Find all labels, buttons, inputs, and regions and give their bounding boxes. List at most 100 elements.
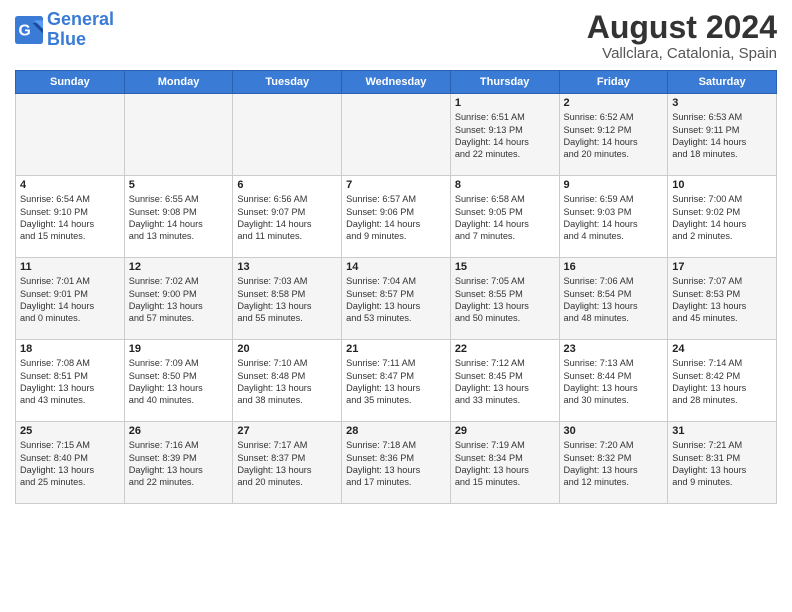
day-number: 21: [346, 343, 446, 355]
day-number: 5: [129, 179, 229, 191]
calendar-cell: [124, 94, 233, 176]
calendar-cell: 12Sunrise: 7:02 AM Sunset: 9:00 PM Dayli…: [124, 258, 233, 340]
day-info: Sunrise: 6:56 AM Sunset: 9:07 PM Dayligh…: [237, 193, 337, 243]
calendar-cell: [16, 94, 125, 176]
day-number: 7: [346, 179, 446, 191]
logo-icon: G: [15, 16, 43, 44]
logo-blue: Blue: [47, 30, 114, 50]
calendar-cell: 5Sunrise: 6:55 AM Sunset: 9:08 PM Daylig…: [124, 176, 233, 258]
day-number: 13: [237, 261, 337, 273]
day-info: Sunrise: 6:52 AM Sunset: 9:12 PM Dayligh…: [564, 111, 664, 161]
logo-text: General Blue: [47, 10, 114, 50]
logo: G General Blue: [15, 10, 114, 50]
day-info: Sunrise: 7:05 AM Sunset: 8:55 PM Dayligh…: [455, 275, 555, 325]
day-of-week-header: Friday: [559, 71, 668, 94]
day-number: 28: [346, 425, 446, 437]
day-info: Sunrise: 7:16 AM Sunset: 8:39 PM Dayligh…: [129, 439, 229, 489]
calendar-cell: 13Sunrise: 7:03 AM Sunset: 8:58 PM Dayli…: [233, 258, 342, 340]
day-number: 27: [237, 425, 337, 437]
calendar-cell: 21Sunrise: 7:11 AM Sunset: 8:47 PM Dayli…: [342, 340, 451, 422]
day-info: Sunrise: 7:00 AM Sunset: 9:02 PM Dayligh…: [672, 193, 772, 243]
calendar-cell: 30Sunrise: 7:20 AM Sunset: 8:32 PM Dayli…: [559, 422, 668, 504]
day-info: Sunrise: 6:57 AM Sunset: 9:06 PM Dayligh…: [346, 193, 446, 243]
calendar-cell: 25Sunrise: 7:15 AM Sunset: 8:40 PM Dayli…: [16, 422, 125, 504]
day-info: Sunrise: 7:04 AM Sunset: 8:57 PM Dayligh…: [346, 275, 446, 325]
day-number: 16: [564, 261, 664, 273]
title-block: August 2024 Vallclara, Catalonia, Spain: [587, 10, 777, 62]
calendar-week-row: 25Sunrise: 7:15 AM Sunset: 8:40 PM Dayli…: [16, 422, 777, 504]
day-of-week-header: Thursday: [450, 71, 559, 94]
header: G General Blue August 2024 Vallclara, Ca…: [15, 10, 777, 62]
calendar-body: 1 Sunrise: 6:51 AM Sunset: 9:13 PM Daylig…: [16, 94, 777, 504]
calendar-cell: [342, 94, 451, 176]
subtitle: Vallclara, Catalonia, Spain: [587, 45, 777, 62]
calendar-week-row: 18Sunrise: 7:08 AM Sunset: 8:51 PM Dayli…: [16, 340, 777, 422]
day-of-week-header: Saturday: [668, 71, 777, 94]
day-number: 23: [564, 343, 664, 355]
calendar-cell: 19 Sunrise: 7:09 AM Sunset: 8:50 PM Dayli…: [124, 340, 233, 422]
day-info: Sunrise: 6:53 AM Sunset: 9:11 PM Dayligh…: [672, 111, 772, 161]
page: G General Blue August 2024 Vallclara, Ca…: [0, 0, 792, 612]
day-number: 29: [455, 425, 555, 437]
calendar-cell: 3 Sunrise: 6:53 AM Sunset: 9:11 PM Daylig…: [668, 94, 777, 176]
day-of-week-header: Monday: [124, 71, 233, 94]
day-number: 31: [672, 425, 772, 437]
day-number: 20: [237, 343, 337, 355]
day-info: Sunrise: 6:59 AM Sunset: 9:03 PM Dayligh…: [564, 193, 664, 243]
svg-text:G: G: [19, 22, 31, 39]
day-info: Sunrise: 7:18 AM Sunset: 8:36 PM Dayligh…: [346, 439, 446, 489]
calendar-cell: 26 Sunrise: 7:16 AM Sunset: 8:39 PM Dayli…: [124, 422, 233, 504]
day-info: Sunrise: 7:17 AM Sunset: 8:37 PM Dayligh…: [237, 439, 337, 489]
day-number: 24: [672, 343, 772, 355]
day-number: 3: [672, 97, 772, 109]
day-info: Sunrise: 7:14 AM Sunset: 8:42 PM Dayligh…: [672, 357, 772, 407]
day-info: Sunrise: 7:09 AM Sunset: 8:50 PM Dayligh…: [129, 357, 229, 407]
day-number: 30: [564, 425, 664, 437]
calendar-table: SundayMondayTuesdayWednesdayThursdayFrid…: [15, 70, 777, 504]
day-info: Sunrise: 6:51 AM Sunset: 9:13 PM Dayligh…: [455, 111, 555, 161]
day-info: Sunrise: 7:06 AM Sunset: 8:54 PM Dayligh…: [564, 275, 664, 325]
calendar-cell: 20 Sunrise: 7:10 AM Sunset: 8:48 PM Dayli…: [233, 340, 342, 422]
day-number: 26: [129, 425, 229, 437]
day-info: Sunrise: 7:21 AM Sunset: 8:31 PM Dayligh…: [672, 439, 772, 489]
calendar-cell: 18Sunrise: 7:08 AM Sunset: 8:51 PM Dayli…: [16, 340, 125, 422]
calendar-cell: 6 Sunrise: 6:56 AM Sunset: 9:07 PM Daylig…: [233, 176, 342, 258]
day-number: 17: [672, 261, 772, 273]
day-info: Sunrise: 7:10 AM Sunset: 8:48 PM Dayligh…: [237, 357, 337, 407]
logo-general: General: [47, 9, 114, 29]
day-number: 8: [455, 179, 555, 191]
day-number: 9: [564, 179, 664, 191]
calendar-cell: 29 Sunrise: 7:19 AM Sunset: 8:34 PM Dayli…: [450, 422, 559, 504]
calendar-week-row: 1 Sunrise: 6:51 AM Sunset: 9:13 PM Daylig…: [16, 94, 777, 176]
calendar-cell: 1 Sunrise: 6:51 AM Sunset: 9:13 PM Daylig…: [450, 94, 559, 176]
day-number: 15: [455, 261, 555, 273]
calendar-cell: 10 Sunrise: 7:00 AM Sunset: 9:02 PM Dayli…: [668, 176, 777, 258]
day-number: 11: [20, 261, 120, 273]
day-number: 6: [237, 179, 337, 191]
calendar-week-row: 11 Sunrise: 7:01 AM Sunset: 9:01 PM Dayli…: [16, 258, 777, 340]
day-info: Sunrise: 7:19 AM Sunset: 8:34 PM Dayligh…: [455, 439, 555, 489]
calendar-cell: 7 Sunrise: 6:57 AM Sunset: 9:06 PM Daylig…: [342, 176, 451, 258]
calendar-cell: 2 Sunrise: 6:52 AM Sunset: 9:12 PM Daylig…: [559, 94, 668, 176]
calendar-cell: 16 Sunrise: 7:06 AM Sunset: 8:54 PM Dayli…: [559, 258, 668, 340]
day-number: 10: [672, 179, 772, 191]
calendar-header: SundayMondayTuesdayWednesdayThursdayFrid…: [16, 71, 777, 94]
main-title: August 2024: [587, 10, 777, 45]
day-info: Sunrise: 7:12 AM Sunset: 8:45 PM Dayligh…: [455, 357, 555, 407]
day-number: 19: [129, 343, 229, 355]
calendar-cell: 8 Sunrise: 6:58 AM Sunset: 9:05 PM Daylig…: [450, 176, 559, 258]
calendar-week-row: 4Sunrise: 6:54 AM Sunset: 9:10 PM Daylig…: [16, 176, 777, 258]
calendar-cell: 23Sunrise: 7:13 AM Sunset: 8:44 PM Dayli…: [559, 340, 668, 422]
calendar-cell: 22Sunrise: 7:12 AM Sunset: 8:45 PM Dayli…: [450, 340, 559, 422]
day-number: 2: [564, 97, 664, 109]
day-number: 1: [455, 97, 555, 109]
calendar-cell: 14 Sunrise: 7:04 AM Sunset: 8:57 PM Dayli…: [342, 258, 451, 340]
days-of-week-row: SundayMondayTuesdayWednesdayThursdayFrid…: [16, 71, 777, 94]
day-number: 12: [129, 261, 229, 273]
day-number: 14: [346, 261, 446, 273]
day-info: Sunrise: 7:08 AM Sunset: 8:51 PM Dayligh…: [20, 357, 120, 407]
calendar-cell: 15 Sunrise: 7:05 AM Sunset: 8:55 PM Dayli…: [450, 258, 559, 340]
day-info: Sunrise: 7:15 AM Sunset: 8:40 PM Dayligh…: [20, 439, 120, 489]
day-info: Sunrise: 7:01 AM Sunset: 9:01 PM Dayligh…: [20, 275, 120, 325]
day-info: Sunrise: 6:58 AM Sunset: 9:05 PM Dayligh…: [455, 193, 555, 243]
